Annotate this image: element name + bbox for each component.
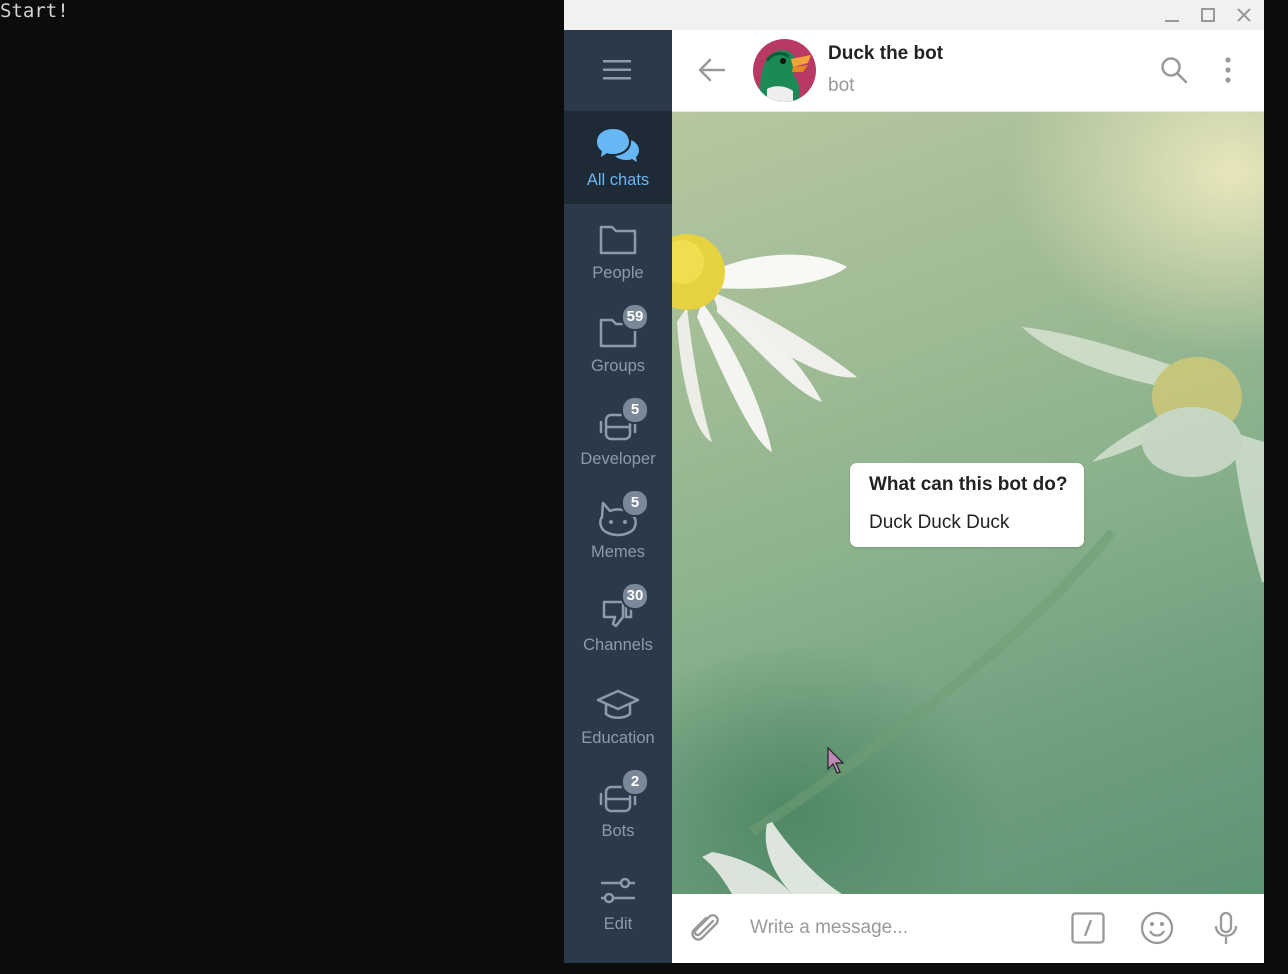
unread-badge: 30 (621, 582, 649, 610)
telegram-window: All chats People 59 Groups 5 Developer 5… (564, 0, 1264, 963)
folder-label: Developer (580, 450, 656, 468)
folder-people[interactable]: People (564, 204, 672, 297)
folder-education[interactable]: Education (564, 669, 672, 762)
smiley-icon (1140, 911, 1174, 945)
slash-command-icon (1071, 912, 1105, 944)
maximize-button[interactable] (1197, 4, 1219, 26)
mouse-cursor-icon (827, 746, 845, 774)
arrow-left-icon (698, 58, 726, 82)
emoji-button[interactable] (1135, 906, 1179, 950)
minimize-icon (1165, 20, 1179, 22)
avatar[interactable] (753, 39, 816, 102)
chat-background: What can this bot do? Duck Duck Duck (672, 112, 1264, 894)
kebab-menu-icon (1225, 57, 1231, 83)
minimize-button[interactable] (1161, 4, 1183, 26)
message-composer (672, 894, 1264, 963)
chat-bubbles-icon (597, 129, 639, 162)
hamburger-icon (603, 60, 631, 80)
folder-memes[interactable]: 5 Memes (564, 483, 672, 576)
paperclip-icon (691, 914, 719, 941)
attach-button[interactable] (683, 906, 727, 950)
folder-label: Memes (590, 543, 646, 561)
microphone-icon (1214, 911, 1238, 944)
folder-bots[interactable]: 2 Bots (564, 762, 672, 855)
folder-label: Bots (601, 822, 635, 840)
graduation-cap-icon (596, 689, 640, 719)
message-input[interactable] (744, 909, 1066, 947)
main-menu-button[interactable] (564, 30, 672, 110)
bot-info-title: What can this bot do? (869, 474, 1068, 495)
title-bar (564, 0, 1264, 30)
more-options-button[interactable] (1208, 50, 1248, 90)
folder-label: Groups (590, 357, 646, 375)
bot-info-description: Duck Duck Duck (869, 512, 1010, 533)
unread-badge: 5 (621, 396, 649, 424)
folder-label: Edit (603, 915, 633, 933)
unread-badge: 2 (621, 768, 649, 796)
folder-all-chats[interactable]: All chats (564, 111, 672, 204)
folder-label: People (592, 264, 644, 282)
back-button[interactable] (692, 50, 732, 90)
search-button[interactable] (1154, 50, 1194, 90)
terminal-output: Start! (0, 0, 69, 22)
search-icon (1161, 57, 1188, 84)
folder-label: Education (581, 729, 655, 747)
bot-commands-button[interactable] (1066, 906, 1110, 950)
folder-edit[interactable]: Edit (564, 855, 672, 948)
folder-label: All chats (586, 171, 650, 189)
chat-header: Duck the bot bot (672, 30, 1264, 112)
voice-record-button[interactable] (1204, 906, 1248, 950)
chat-status: bot (828, 75, 855, 96)
folder-label: Channels (583, 636, 653, 654)
folder-sidebar: All chats People 59 Groups 5 Developer 5… (564, 30, 672, 963)
sliders-icon (601, 877, 635, 904)
folder-groups[interactable]: 59 Groups (564, 297, 672, 390)
maximize-icon (1201, 8, 1215, 22)
folder-channels[interactable]: 30 Channels (564, 576, 672, 669)
close-button[interactable] (1233, 4, 1255, 26)
bot-info-card: What can this bot do? Duck Duck Duck (850, 463, 1084, 547)
duck-avatar-icon (753, 39, 816, 102)
chat-title: Duck the bot (828, 43, 944, 64)
folder-icon (599, 225, 637, 255)
unread-badge: 5 (621, 489, 649, 517)
folder-developer[interactable]: 5 Developer (564, 390, 672, 483)
unread-badge: 59 (621, 303, 649, 331)
close-icon (1237, 8, 1251, 22)
